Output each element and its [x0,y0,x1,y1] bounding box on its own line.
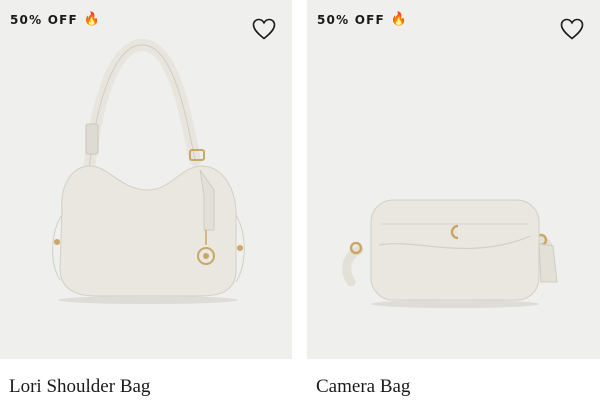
camera-bag-image [342,199,558,308]
product-image-panel[interactable]: 50% OFF 🔥 [307,0,600,359]
product-title[interactable]: Lori Shoulder Bag [9,376,150,398]
product-card-lori-shoulder-bag[interactable]: 50% OFF 🔥 Lori Shoulder Bag [0,0,292,402]
lori-shoulder-bag-image [52,39,245,304]
product-image-panel[interactable]: 50% OFF 🔥 [0,0,292,359]
product-title[interactable]: Camera Bag [316,376,410,398]
product-card-camera-bag[interactable]: 50% OFF 🔥 Camera Bag [307,0,600,402]
